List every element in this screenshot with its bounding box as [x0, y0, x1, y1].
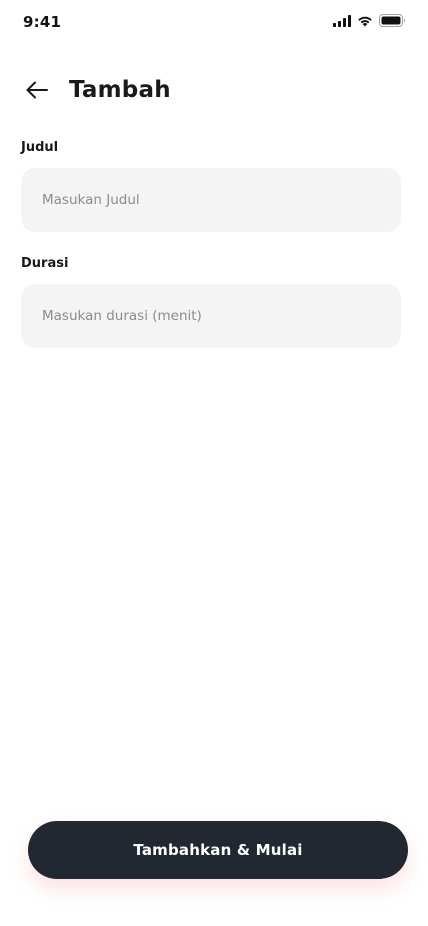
wifi-icon — [357, 15, 373, 27]
duration-input[interactable] — [21, 284, 401, 348]
add-screen: 9:41 Tambah Judul Masukan Judul Durasi M… — [0, 0, 428, 926]
duration-label: Durasi — [21, 256, 69, 271]
battery-icon — [379, 14, 406, 27]
arrow-left-icon — [25, 80, 49, 104]
add-and-start-button[interactable]: Tambahkan & Mulai — [28, 821, 408, 879]
title-input[interactable] — [21, 168, 401, 232]
cellular-signal-icon — [333, 14, 351, 27]
page-title: Tambah — [69, 77, 171, 103]
status-icons — [333, 14, 406, 27]
header: Tambah — [0, 72, 428, 112]
status-bar: 9:41 — [0, 0, 428, 44]
title-label: Judul — [21, 140, 59, 155]
back-button[interactable] — [22, 78, 52, 106]
status-time: 9:41 — [23, 13, 62, 31]
